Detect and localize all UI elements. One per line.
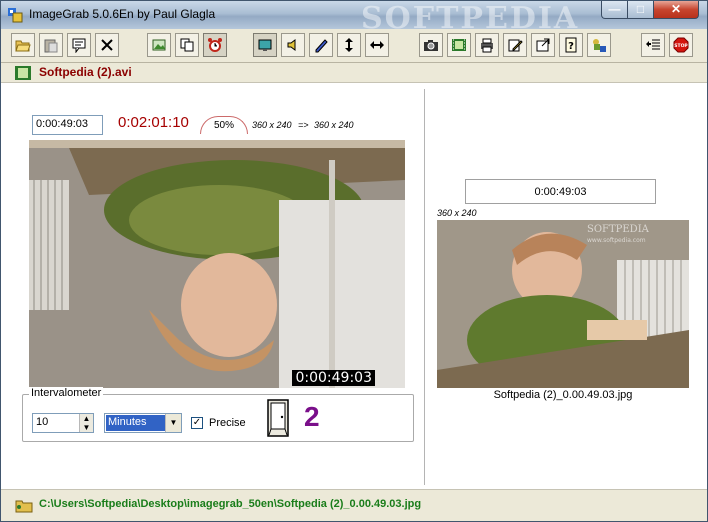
file-bar: Softpedia (2).avi <box>1 63 707 83</box>
monitor-icon <box>258 39 272 51</box>
timecode-overlay: 0:00:49:03 <box>292 370 375 386</box>
stop-button[interactable]: STOP <box>669 33 693 57</box>
speaker-icon <box>287 39 296 51</box>
interval-unit-value: Minutes <box>106 415 166 431</box>
svg-text:?: ? <box>568 41 574 52</box>
precise-label: Precise <box>209 417 246 429</box>
open-video-button[interactable] <box>11 33 35 57</box>
capture-watermark: SOFTPEDIA <box>587 224 650 235</box>
film-strip-icon <box>15 66 31 80</box>
alarm-clock-icon <box>208 38 222 52</box>
stop-icon: STOP <box>673 37 689 53</box>
print-button[interactable] <box>475 33 499 57</box>
panel-divider <box>424 89 425 485</box>
image-icon <box>152 39 166 51</box>
close-video-button[interactable] <box>95 33 119 57</box>
pencil-icon <box>508 39 523 52</box>
title-bar[interactable]: ImageGrab 5.0.6En by Paul Glagla SOFTPED… <box>1 1 707 36</box>
camera-icon <box>424 40 438 51</box>
svg-text:STOP: STOP <box>674 43 688 49</box>
status-bar: C:\Users\Softpedia\Desktop\imagegrab_50e… <box>1 489 707 521</box>
film-icon <box>452 39 466 51</box>
comment-icon <box>72 38 86 53</box>
alarm-button[interactable] <box>203 33 227 57</box>
precise-checkbox[interactable]: ✓ <box>191 417 203 429</box>
settings-button[interactable] <box>531 33 555 57</box>
main-area: 0:00:49:03 0:02:01:10 50% 360 x 240 => 3… <box>1 83 707 489</box>
chevron-down-icon[interactable]: ▼ <box>165 414 181 432</box>
position-field[interactable]: 0:00:49:03 <box>32 115 103 135</box>
copy-icon <box>180 38 194 52</box>
door-icon[interactable] <box>267 399 289 437</box>
flip-vertical-icon <box>345 38 353 52</box>
minimize-icon: — <box>608 2 621 16</box>
help-button[interactable]: ? <box>559 33 583 57</box>
window-title: ImageGrab 5.0.6En by Paul Glagla <box>29 7 216 21</box>
edit-button[interactable] <box>503 33 527 57</box>
capture-button[interactable] <box>419 33 443 57</box>
close-button[interactable]: ✕ <box>653 1 699 19</box>
toolbar: ? STOP <box>1 29 707 63</box>
interval-value-spinner[interactable]: 10 ▲ ▼ <box>32 413 94 433</box>
interval-value: 10 <box>36 416 49 428</box>
video-preview[interactable]: 0:00:49:03 <box>29 140 405 388</box>
settings-icon <box>536 38 550 52</box>
app-window: ImageGrab 5.0.6En by Paul Glagla SOFTPED… <box>0 0 708 522</box>
intervalometer-legend: Intervalometer <box>29 387 104 399</box>
capture-resolution: 360 x 240 <box>437 208 477 218</box>
capture-time-field: 0:00:49:03 <box>465 179 656 204</box>
app-icon <box>8 8 23 23</box>
source-resolution: 360 x 240 <box>252 120 292 130</box>
copy-button[interactable] <box>175 33 199 57</box>
minimize-button[interactable]: — <box>601 1 628 19</box>
captured-frame-image: SOFTPEDIA www.softpedia.com <box>437 220 689 388</box>
about-button[interactable] <box>587 33 611 57</box>
interval-unit-select[interactable]: Minutes ▼ <box>104 413 182 433</box>
close-icon: ✕ <box>670 2 682 16</box>
resolution-arrow: => <box>298 120 309 130</box>
list-options-icon <box>646 39 660 50</box>
captured-filename: Softpedia (2)_0.00.49.03.jpg <box>493 389 633 401</box>
printer-icon <box>481 38 493 53</box>
folder-icon <box>15 500 33 513</box>
help-icon: ? <box>565 37 577 53</box>
puzzle-icon <box>593 39 606 52</box>
capture-count: 2 <box>304 401 320 432</box>
spinner-arrows-icon[interactable]: ▲ ▼ <box>79 414 93 432</box>
intervalometer-group: Intervalometer 10 ▲ ▼ Minutes ▼ ✓ Precise… <box>22 387 414 442</box>
maximize-button[interactable]: □ <box>627 1 654 19</box>
film-button[interactable] <box>447 33 471 57</box>
flip-vertical-button[interactable] <box>337 33 361 57</box>
clipboard-icon <box>44 39 58 53</box>
flip-horizontal-button[interactable] <box>365 33 389 57</box>
capture-watermark-url: www.softpedia.com <box>587 237 646 244</box>
paste-button[interactable] <box>39 33 63 57</box>
duration-label: 0:02:01:10 <box>118 114 189 131</box>
insert-image-button[interactable] <box>147 33 171 57</box>
flip-horizontal-icon <box>370 41 384 49</box>
pen-icon <box>315 39 328 53</box>
output-resolution: 360 x 240 <box>314 120 354 130</box>
maximize-icon: □ <box>636 2 645 16</box>
close-x-icon <box>101 39 113 51</box>
output-path: C:\Users\Softpedia\Desktop\imagegrab_50e… <box>39 498 422 510</box>
sound-button[interactable] <box>281 33 305 57</box>
open-folder-icon <box>15 40 31 52</box>
comment-button[interactable] <box>67 33 91 57</box>
display-button[interactable] <box>253 33 277 57</box>
captured-image[interactable]: SOFTPEDIA www.softpedia.com <box>437 220 689 388</box>
video-filename: Softpedia (2).avi <box>39 65 132 79</box>
draw-button[interactable] <box>309 33 333 57</box>
video-frame-image <box>29 140 405 388</box>
zoom-control[interactable]: 50% <box>200 116 248 134</box>
options-button[interactable] <box>641 33 665 57</box>
